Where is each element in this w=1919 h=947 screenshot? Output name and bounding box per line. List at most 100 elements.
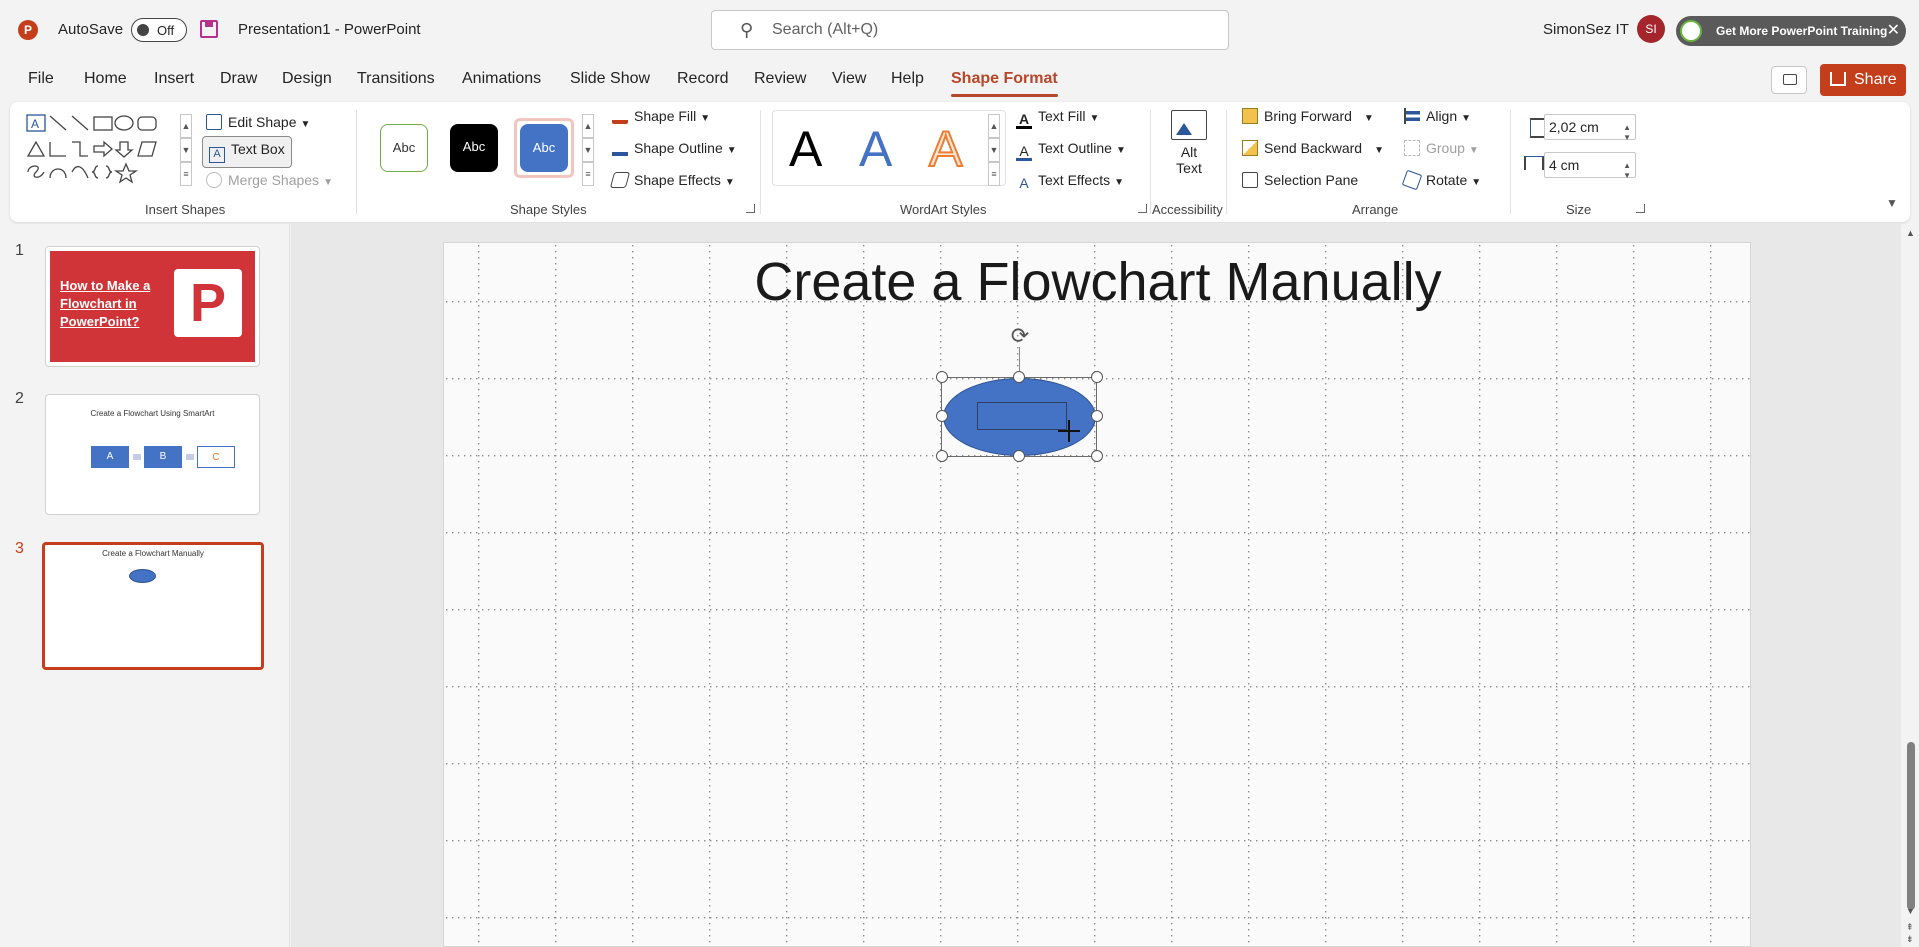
- paint-bucket-icon: [612, 108, 628, 124]
- rotate-icon: [1401, 169, 1423, 191]
- shape-outline-label: Shape Outline: [634, 140, 723, 156]
- scroll-up-icon[interactable]: ▲: [1906, 228, 1915, 238]
- user-name[interactable]: SimonSez IT: [1543, 21, 1629, 38]
- shape-effects-button[interactable]: Shape Effects ▼: [609, 172, 735, 188]
- wordart-blue-sample[interactable]: A: [859, 121, 892, 177]
- search-input[interactable]: ⚲ Search (Alt+Q): [711, 10, 1229, 50]
- autosave-toggle[interactable]: Off: [131, 18, 187, 42]
- gallery-more-icon[interactable]: ≡: [180, 162, 192, 186]
- divider: [1226, 110, 1227, 214]
- spin-down-icon[interactable]: ▼: [1623, 126, 1631, 150]
- rotate-button[interactable]: Rotate ▼: [1401, 169, 1481, 191]
- slide-thumbnail-1[interactable]: How to Make a Flowchart in PowerPoint? P: [45, 246, 260, 367]
- resize-handle-right[interactable]: [1091, 410, 1103, 422]
- text-box-placeholder[interactable]: [977, 402, 1067, 430]
- edit-shape-button[interactable]: Edit Shape ▼: [206, 114, 310, 130]
- text-outline-button[interactable]: A Text Outline ▼: [1016, 140, 1126, 161]
- align-button[interactable]: Align ▼: [1404, 108, 1471, 124]
- size-launcher-icon[interactable]: [1636, 204, 1645, 213]
- tab-record[interactable]: Record: [677, 70, 729, 88]
- promo-banner[interactable]: Get More PowerPoint Training ✕: [1676, 16, 1906, 46]
- scroll-down-icon[interactable]: ▼: [1906, 906, 1915, 916]
- send-backward-label: Send Backward: [1264, 140, 1363, 156]
- tab-draw[interactable]: Draw: [220, 70, 257, 88]
- slide-thumbnail-3[interactable]: Create a Flowchart Manually: [42, 542, 264, 670]
- wordart-launcher-icon[interactable]: [1138, 204, 1147, 213]
- text-fill-button[interactable]: A Text Fill ▼: [1016, 108, 1099, 129]
- tab-design[interactable]: Design: [282, 70, 332, 88]
- chevron-down-icon: ▼: [724, 177, 735, 188]
- share-button[interactable]: Share: [1820, 64, 1906, 96]
- styles-more-icon[interactable]: ≡: [582, 162, 594, 186]
- collapse-ribbon-icon[interactable]: ▼: [1886, 196, 1898, 210]
- tab-shape-format[interactable]: Shape Format: [951, 70, 1058, 97]
- shape-style-swatch-outline[interactable]: Abc: [380, 124, 428, 172]
- wordart-down-icon[interactable]: ▼: [988, 138, 1000, 162]
- pen-icon: [612, 140, 628, 156]
- tab-help[interactable]: Help: [891, 70, 924, 88]
- wordart-gallery[interactable]: A A A: [772, 110, 1006, 186]
- rotate-handle-icon[interactable]: ⟳: [1007, 323, 1033, 349]
- resize-handle-top[interactable]: [1013, 371, 1025, 383]
- text-fill-label: Text Fill: [1038, 108, 1086, 124]
- wordart-black-sample[interactable]: A: [789, 121, 822, 177]
- wordart-orange-sample[interactable]: A: [928, 120, 963, 178]
- chevron-down-icon: ▼: [1461, 113, 1472, 124]
- tab-slide-show[interactable]: Slide Show: [570, 70, 650, 88]
- styles-down-icon[interactable]: ▼: [582, 138, 594, 162]
- styles-up-icon[interactable]: ▲: [582, 114, 594, 138]
- slide-grid: [444, 243, 1750, 946]
- save-icon[interactable]: [200, 20, 218, 38]
- wordart-up-icon[interactable]: ▲: [988, 114, 1000, 138]
- slide-thumbnail-2[interactable]: Create a Flowchart Using SmartArt A B C: [45, 394, 260, 515]
- resize-handle-top-left[interactable]: [936, 371, 948, 383]
- tab-animations[interactable]: Animations: [462, 70, 541, 88]
- selection-pane-button[interactable]: Selection Pane: [1242, 172, 1358, 188]
- tab-insert[interactable]: Insert: [154, 70, 194, 88]
- shape-style-swatch-selected[interactable]: Abc: [514, 118, 574, 178]
- group-label-insert-shapes: Insert Shapes: [145, 202, 226, 217]
- alt-text-button[interactable]: Alt Text: [1168, 110, 1210, 176]
- slide-canvas[interactable]: Create a Flowchart Manually: [443, 242, 1751, 947]
- smartart-box-c: C: [197, 446, 235, 468]
- gallery-up-icon[interactable]: ▲: [180, 114, 192, 138]
- text-box-button[interactable]: A Text Box: [202, 136, 292, 168]
- spin-down-icon[interactable]: ▼: [1623, 164, 1631, 188]
- search-placeholder: Search (Alt+Q): [772, 21, 879, 38]
- avatar[interactable]: SI: [1637, 15, 1665, 43]
- slide-title[interactable]: Create a Flowchart Manually: [444, 251, 1752, 313]
- wordart-more-icon[interactable]: ≡: [988, 162, 1000, 186]
- vertical-scrollbar[interactable]: ▲ ▼ ⇞ ⇟: [1903, 224, 1919, 947]
- resize-handle-top-right[interactable]: [1091, 371, 1103, 383]
- shape-width-input[interactable]: 4 cm ▲ ▼: [1544, 152, 1636, 180]
- shape-style-swatch-dark[interactable]: Abc: [450, 124, 498, 172]
- text-outline-label: Text Outline: [1038, 140, 1112, 156]
- chevron-down-icon: ▼: [300, 119, 311, 130]
- gallery-down-icon[interactable]: ▼: [180, 138, 192, 162]
- tab-view[interactable]: View: [832, 70, 866, 88]
- next-slide-icon[interactable]: ⇟: [1906, 934, 1914, 945]
- comments-button[interactable]: [1771, 66, 1807, 94]
- tab-review[interactable]: Review: [754, 70, 806, 88]
- tab-file[interactable]: File: [28, 70, 54, 88]
- resize-handle-bottom-right[interactable]: [1091, 450, 1103, 462]
- resize-handle-bottom[interactable]: [1013, 450, 1025, 462]
- resize-handle-bottom-left[interactable]: [936, 450, 948, 462]
- send-backward-button[interactable]: Send Backward ▼: [1242, 140, 1384, 156]
- text-effects-button[interactable]: A Text Effects ▼: [1016, 172, 1124, 192]
- tab-transitions[interactable]: Transitions: [357, 70, 435, 88]
- bring-forward-button[interactable]: Bring Forward ▼: [1242, 108, 1374, 124]
- shapes-gallery[interactable]: A: [26, 112, 178, 192]
- scrollbar-thumb[interactable]: [1907, 742, 1915, 910]
- shape-styles-launcher-icon[interactable]: [746, 204, 755, 213]
- smartart-box-b: B: [144, 446, 182, 468]
- previous-slide-icon[interactable]: ⇞: [1906, 922, 1914, 933]
- tab-home[interactable]: Home: [84, 70, 127, 88]
- thumbnail-title: Create a Flowchart Using SmartArt: [90, 409, 215, 418]
- shape-effects-icon: [609, 172, 631, 188]
- close-icon[interactable]: ✕: [1887, 16, 1900, 46]
- shape-height-input[interactable]: 2,02 cm ▲ ▼: [1544, 114, 1636, 142]
- shape-outline-button[interactable]: Shape Outline ▼: [612, 140, 737, 156]
- shape-fill-button[interactable]: Shape Fill ▼: [612, 108, 710, 124]
- resize-handle-left[interactable]: [936, 410, 948, 422]
